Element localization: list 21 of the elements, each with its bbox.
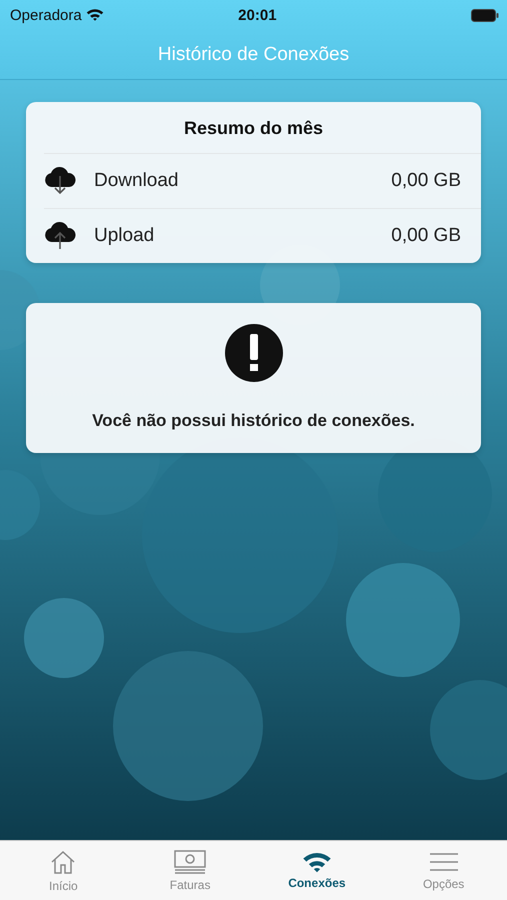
tab-bar-item[interactable]: Início — [0, 841, 127, 900]
status-time: 20:01 — [237, 6, 278, 24]
usage-label: Upload — [94, 225, 156, 247]
banknote-icon — [173, 849, 208, 875]
carrier-name: Operadora — [10, 6, 82, 24]
cloud-upload-icon — [44, 222, 76, 250]
usage-value: 0,00 GB — [391, 225, 461, 247]
tab-bar-item[interactable]: Conexões — [254, 841, 380, 900]
empty-message: Você não possui histórico de conexões. — [92, 411, 415, 431]
screen-title: Histórico de Conexões — [158, 44, 350, 66]
wifi-icon — [302, 850, 332, 874]
battery-icon — [471, 8, 499, 22]
exclamation-icon — [224, 323, 284, 383]
usage-label: Download — [94, 170, 180, 192]
tab-bar-item[interactable]: Opções — [380, 841, 507, 900]
cloud-download-icon — [44, 167, 76, 195]
house-icon — [49, 848, 78, 876]
tab-bar-item[interactable]: Faturas — [126, 841, 254, 900]
wifi-signal-icon — [86, 8, 104, 22]
usage-value: 0,00 GB — [391, 170, 461, 192]
summary-title: Resumo do mês — [182, 117, 324, 140]
